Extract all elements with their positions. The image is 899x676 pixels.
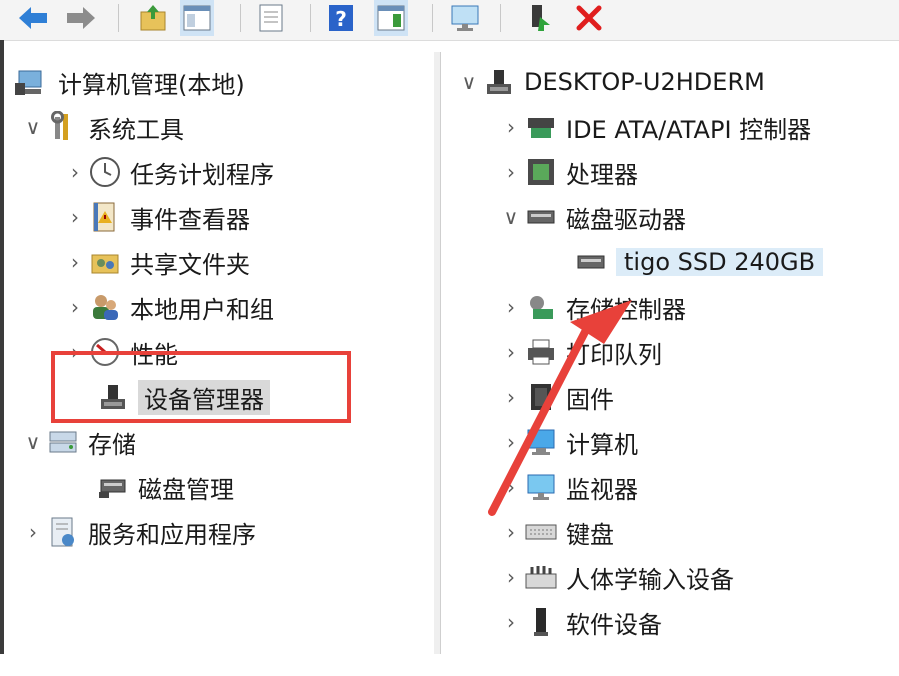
bottom-strip xyxy=(0,654,899,676)
annotation-arrow xyxy=(488,300,632,516)
